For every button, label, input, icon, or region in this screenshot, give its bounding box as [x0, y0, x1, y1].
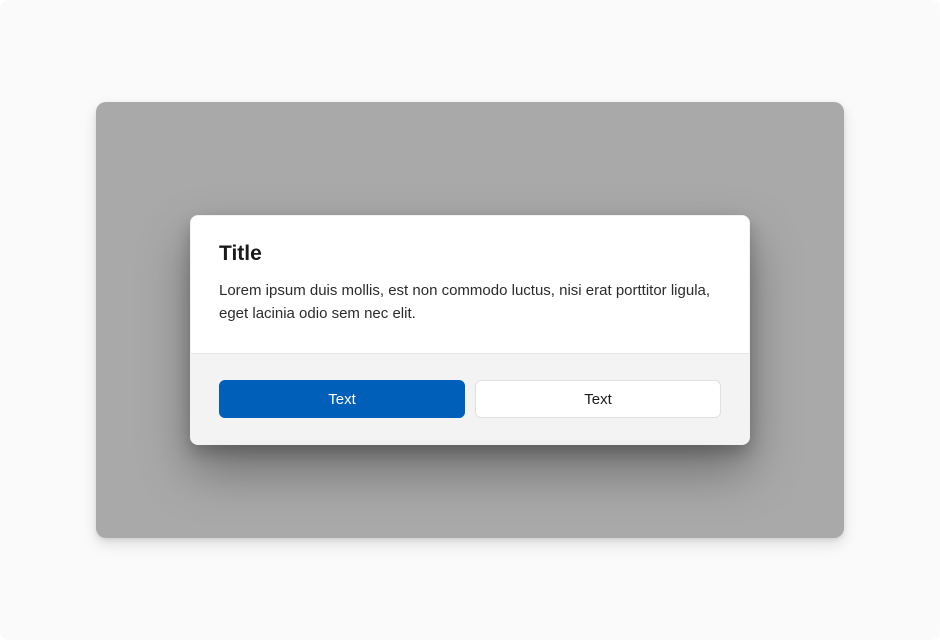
primary-button[interactable]: Text [219, 380, 465, 418]
primary-button-label: Text [328, 391, 356, 408]
dialog-body: Title Lorem ipsum duis mollis, est non c… [191, 216, 749, 353]
dialog-footer: Text Text [191, 353, 749, 444]
app-window: Title Lorem ipsum duis mollis, est non c… [0, 0, 940, 640]
secondary-button[interactable]: Text [475, 380, 721, 418]
dialog-content: Lorem ipsum duis mollis, est non commodo… [219, 280, 721, 325]
dialog-title: Title [219, 242, 721, 266]
secondary-button-label: Text [584, 391, 612, 408]
modal-overlay: Title Lorem ipsum duis mollis, est non c… [96, 102, 844, 538]
content-dialog: Title Lorem ipsum duis mollis, est non c… [190, 215, 750, 445]
